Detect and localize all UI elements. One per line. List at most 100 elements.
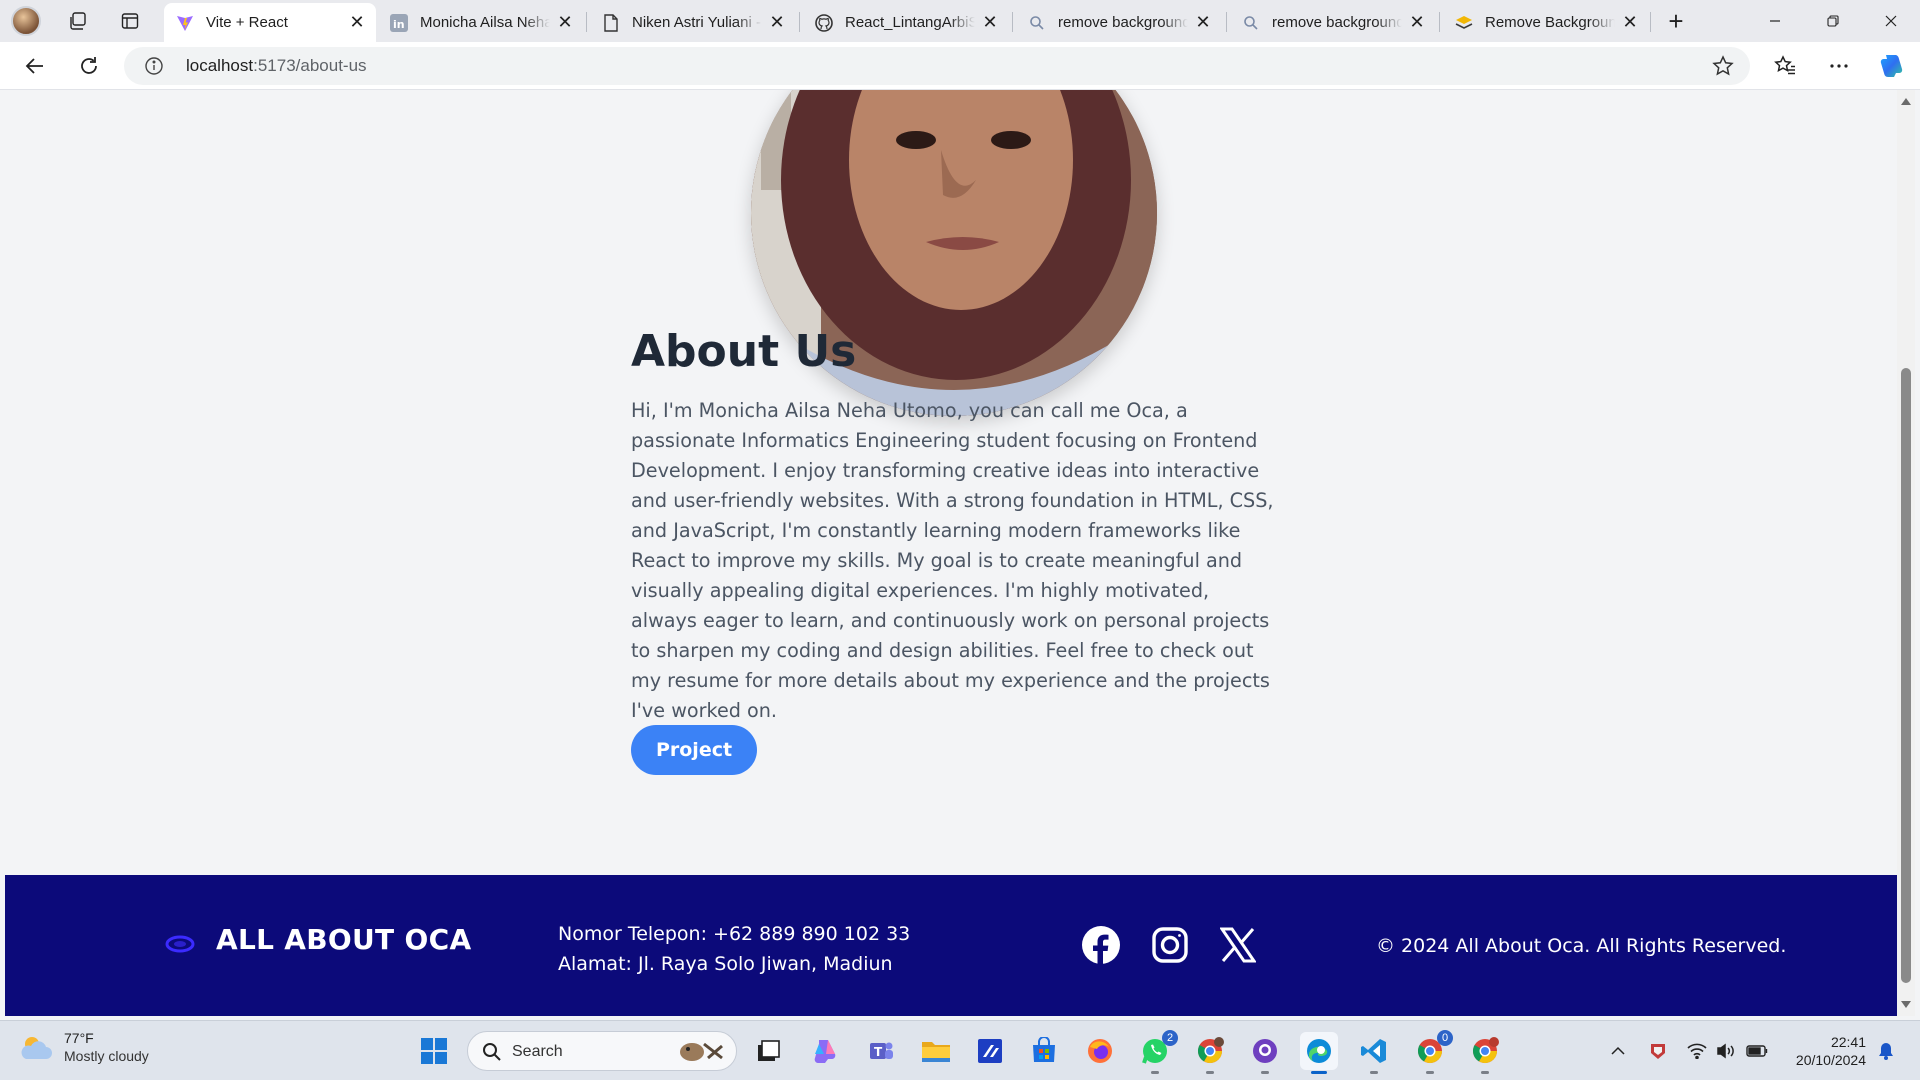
search-icon	[483, 1043, 501, 1061]
github-icon	[815, 13, 833, 32]
tab-search-2[interactable]: remove background ✕	[1230, 3, 1436, 42]
plus-icon: +	[1668, 5, 1684, 36]
address-url[interactable]: localhost:5173/about-us	[186, 56, 367, 76]
clock-time: 22:41	[1830, 1034, 1866, 1050]
vite-icon	[176, 14, 194, 32]
close-tab-icon[interactable]: ✕	[981, 12, 999, 32]
footer-address: Alamat: Jl. Raya Solo Jiwan, Madiun	[558, 953, 893, 975]
whatsapp-badge: 2	[1162, 1030, 1178, 1046]
wifi-icon[interactable]	[1684, 1021, 1710, 1080]
file-explorer-icon[interactable]	[917, 1032, 955, 1070]
tab-removebg[interactable]: Remove Background ✕	[1443, 3, 1649, 42]
tab-title: Monicha Ailsa Neha	[420, 14, 550, 31]
footer-copyright: © 2024 All About Oca. All Rights Reserve…	[1376, 935, 1787, 957]
running-indicator	[1206, 1071, 1214, 1074]
footer-phone: Nomor Telepon: +62 889 890 102 33	[558, 923, 911, 945]
copilot-app-icon[interactable]	[805, 1032, 843, 1070]
running-indicator	[1481, 1071, 1489, 1074]
tab-title: remove background	[1058, 14, 1188, 31]
system-clock[interactable]: 22:41 20/10/2024	[1780, 1033, 1866, 1069]
close-tab-icon[interactable]: ✕	[1408, 12, 1426, 32]
notifications-bell-icon[interactable]	[1872, 1021, 1900, 1080]
instagram-icon[interactable]	[1150, 925, 1190, 965]
vertical-tabs-icon[interactable]	[114, 6, 146, 36]
close-tab-icon[interactable]: ✕	[348, 12, 366, 32]
tab-title: Remove Background	[1485, 14, 1615, 31]
close-window-button[interactable]	[1862, 0, 1920, 42]
vscode-icon[interactable]	[1355, 1032, 1393, 1074]
restore-button[interactable]	[1804, 0, 1862, 42]
microsoft-store-icon[interactable]	[1025, 1032, 1063, 1070]
volume-icon[interactable]	[1713, 1021, 1739, 1080]
tab-linkedin[interactable]: in Monicha Ailsa Neha ✕	[378, 3, 584, 42]
close-tab-icon[interactable]: ✕	[556, 12, 574, 32]
document-icon	[602, 13, 620, 32]
chrome-badge: 0	[1437, 1030, 1453, 1046]
copilot-icon[interactable]	[1877, 51, 1907, 81]
site-info-icon[interactable]	[144, 56, 164, 76]
weather-widget[interactable]: 77°F Mostly cloudy	[18, 1030, 149, 1065]
tab-separator	[586, 12, 587, 32]
refresh-icon[interactable]	[74, 51, 104, 81]
chrome-icon[interactable]	[1191, 1032, 1229, 1074]
facebook-icon[interactable]	[1081, 925, 1121, 965]
search-icon	[1028, 14, 1046, 32]
removebg-icon	[1455, 14, 1473, 32]
back-arrow-icon[interactable]	[20, 51, 50, 81]
about-description: Hi, I'm Monicha Ailsa Neha Utomo, you ca…	[631, 399, 1274, 722]
tab-title: Vite + React	[206, 14, 288, 31]
project-button[interactable]: Project	[631, 725, 757, 775]
visual-studio-icon[interactable]	[971, 1032, 1009, 1070]
x-icon[interactable]	[1218, 925, 1258, 965]
scrollbar-thumb[interactable]	[1901, 368, 1911, 983]
running-indicator	[1370, 1071, 1378, 1074]
security-shield-icon[interactable]	[1644, 1021, 1672, 1080]
github-desktop-icon[interactable]	[1246, 1032, 1284, 1074]
tab-github[interactable]: React_LintangArbiSu ✕	[803, 3, 1009, 42]
new-tab-button[interactable]: +	[1660, 6, 1692, 36]
tab-vite-react[interactable]: Vite + React ✕	[164, 3, 376, 42]
tab-document[interactable]: Niken Astri Yuliani - ✕	[590, 3, 796, 42]
page-viewport: About Us Hi, I'm Monicha Ailsa Neha Utom…	[5, 90, 1897, 1016]
more-options-icon[interactable]	[1824, 51, 1854, 81]
close-tab-icon[interactable]: ✕	[1621, 12, 1639, 32]
chrome-profile-3-icon[interactable]	[1466, 1032, 1504, 1074]
address-bar[interactable]: localhost:5173/about-us	[124, 47, 1750, 85]
tab-title: Niken Astri Yuliani -	[632, 14, 761, 31]
taskbar-search[interactable]: Search	[467, 1031, 737, 1071]
linkedin-icon: in	[390, 13, 408, 32]
tab-separator	[1226, 12, 1227, 32]
battery-icon[interactable]	[1743, 1021, 1771, 1080]
scroll-down-arrow-icon[interactable]	[1901, 1001, 1911, 1008]
minimize-button[interactable]	[1746, 0, 1804, 42]
running-indicator	[1426, 1071, 1434, 1074]
svg-text:T: T	[874, 1045, 883, 1059]
profile-button[interactable]	[10, 6, 42, 36]
close-tab-icon[interactable]: ✕	[768, 12, 786, 32]
search-placeholder: Search	[512, 1043, 563, 1060]
tab-search-1[interactable]: remove background ✕	[1016, 3, 1222, 42]
scroll-up-arrow-icon[interactable]	[1901, 98, 1911, 105]
start-button[interactable]	[415, 1032, 453, 1070]
show-hidden-icons-chevron-up-icon[interactable]	[1606, 1021, 1630, 1080]
cloudy-weather-icon	[21, 1036, 52, 1059]
whatsapp-icon[interactable]: 2	[1136, 1030, 1178, 1074]
close-tab-icon[interactable]: ✕	[1194, 12, 1212, 32]
favorites-icon[interactable]	[1770, 51, 1800, 81]
page-scrollbar[interactable]	[1897, 90, 1915, 1016]
active-indicator	[1311, 1071, 1327, 1074]
tab-separator	[1012, 12, 1013, 32]
favorite-star-icon[interactable]	[1712, 55, 1734, 77]
firefox-icon[interactable]	[1081, 1032, 1119, 1070]
tab-title: React_LintangArbiSu	[845, 14, 975, 31]
workspaces-icon[interactable]	[62, 6, 94, 36]
footer-brand: ALL ABOUT OCA	[216, 923, 472, 956]
chrome-profile-2-icon[interactable]: 0	[1411, 1030, 1453, 1074]
profile-avatar	[11, 6, 41, 36]
task-view-icon[interactable]	[749, 1032, 787, 1070]
edge-icon[interactable]	[1300, 1032, 1338, 1074]
svg-text:in: in	[393, 18, 405, 31]
teams-icon[interactable]: T	[862, 1032, 900, 1070]
windows-taskbar: 77°F Mostly cloudy Search T 2 0 22:41 20…	[0, 1020, 1920, 1080]
tab-title: remove background	[1272, 14, 1402, 31]
